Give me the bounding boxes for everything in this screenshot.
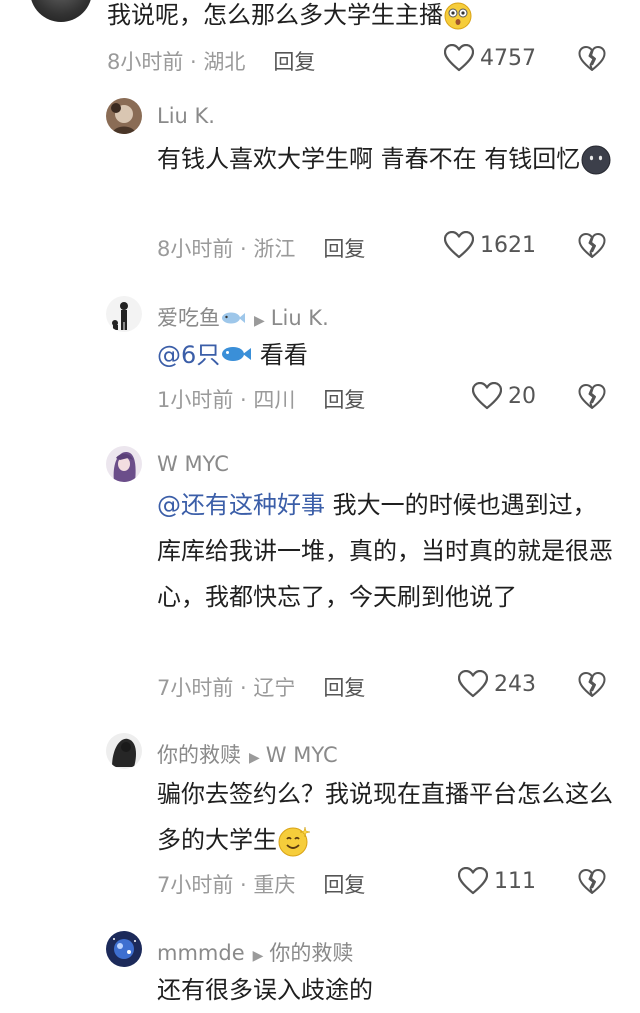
triangle-right-icon: ▶ bbox=[249, 750, 260, 766]
comment-meta: 1小时前 · 四川 回复 bbox=[157, 384, 365, 414]
broken-heart-icon bbox=[578, 671, 606, 699]
like-button[interactable]: 20 bbox=[472, 382, 536, 410]
reply-to-user[interactable]: 你的救赎 bbox=[269, 941, 353, 965]
reply-button[interactable]: 回复 bbox=[323, 237, 365, 261]
comment-body: 有钱人喜欢大学生啊 青春不在 有钱回忆 bbox=[157, 145, 581, 173]
username[interactable]: Liu K. bbox=[157, 104, 215, 128]
avatar[interactable] bbox=[106, 98, 142, 134]
like-count: 1621 bbox=[480, 232, 536, 258]
comment-text: 骗你去签约么？我说现在直播平台怎么这么多的大学生 bbox=[157, 771, 617, 863]
dislike-button[interactable] bbox=[578, 868, 606, 900]
avatar[interactable] bbox=[30, 0, 92, 22]
comment-meta: 8小时前 · 湖北 回复 bbox=[107, 46, 315, 76]
comment-time-location: 7小时前 · 重庆 bbox=[157, 873, 296, 897]
like-button[interactable]: 4757 bbox=[444, 44, 536, 72]
mention-link[interactable]: @6只 bbox=[157, 341, 220, 369]
reply-button[interactable]: 回复 bbox=[323, 873, 365, 897]
comment-time-location: 8小时前 · 浙江 bbox=[157, 237, 296, 261]
username-label[interactable]: 你的救赎 bbox=[157, 743, 241, 767]
like-count: 111 bbox=[494, 868, 536, 894]
comment-meta: 7小时前 · 辽宁 回复 bbox=[157, 672, 365, 702]
like-count: 4757 bbox=[480, 45, 536, 71]
heart-outline-icon bbox=[444, 231, 474, 259]
username[interactable]: W MYC bbox=[157, 452, 229, 476]
heart-outline-icon bbox=[458, 670, 488, 698]
comment-text: 还有很多误入歧途的 bbox=[157, 967, 617, 1013]
comment-text: @6只 看看 bbox=[157, 332, 617, 379]
comment-text: @还有这种好事 我大一的时候也遇到过，库库给我讲一堆，真的，当时真的就是很恶心，… bbox=[157, 482, 617, 620]
username: 你的救赎 ▶ W MYC bbox=[157, 739, 338, 769]
username-label[interactable]: 爱吃鱼 bbox=[157, 306, 220, 330]
triangle-right-icon: ▶ bbox=[252, 948, 264, 964]
reply-to-user[interactable]: W MYC bbox=[266, 743, 338, 767]
comment-time-location: 8小时前 · 湖北 bbox=[107, 50, 246, 74]
heart-outline-icon bbox=[444, 44, 474, 72]
reply-button[interactable]: 回复 bbox=[323, 676, 365, 700]
comment-body: 骗你去签约么？我说现在直播平台怎么这么多的大学生 bbox=[157, 780, 613, 854]
username: 爱吃鱼 ▶ Liu K. bbox=[157, 302, 329, 332]
heart-outline-icon bbox=[458, 867, 488, 895]
surprised-emoji-icon bbox=[443, 1, 473, 31]
like-button[interactable]: 111 bbox=[458, 867, 536, 895]
dislike-button[interactable] bbox=[578, 383, 606, 415]
like-button[interactable]: 1621 bbox=[444, 231, 536, 259]
dislike-button[interactable] bbox=[578, 232, 606, 264]
dark-face-emoji-icon bbox=[580, 144, 612, 176]
username: mmmde ▶ 你的救赎 bbox=[157, 937, 353, 967]
reply-to-user[interactable]: Liu K. bbox=[271, 306, 329, 330]
reply-button[interactable]: 回复 bbox=[323, 388, 365, 412]
heart-outline-icon bbox=[472, 382, 502, 410]
smile-sparkle-emoji-icon bbox=[277, 824, 311, 858]
comment-body: 还有很多误入歧途的 bbox=[157, 976, 373, 1004]
comment-text: 有钱人喜欢大学生啊 青春不在 有钱回忆 bbox=[157, 136, 617, 182]
comment-time-location: 7小时前 · 辽宁 bbox=[157, 676, 296, 700]
like-button[interactable]: 243 bbox=[458, 670, 536, 698]
comment-meta: 8小时前 · 浙江 回复 bbox=[157, 233, 365, 263]
fish-icon bbox=[220, 307, 246, 331]
comment-body: 看看 bbox=[259, 341, 308, 369]
fish-icon bbox=[220, 333, 252, 379]
comment-meta: 7小时前 · 重庆 回复 bbox=[157, 869, 365, 899]
dislike-button[interactable] bbox=[578, 671, 606, 703]
comment-body: 我说呢，怎么那么多大学生主播 bbox=[107, 1, 443, 29]
broken-heart-icon bbox=[578, 383, 606, 411]
avatar[interactable] bbox=[106, 733, 142, 769]
avatar[interactable] bbox=[106, 931, 142, 967]
comment-text: 我说呢，怎么那么多大学生主播 bbox=[107, 0, 627, 38]
broken-heart-icon bbox=[578, 868, 606, 896]
broken-heart-icon bbox=[578, 45, 606, 73]
mention-link[interactable]: @还有这种好事 bbox=[157, 491, 325, 519]
dislike-button[interactable] bbox=[578, 45, 606, 77]
like-count: 20 bbox=[508, 383, 536, 409]
broken-heart-icon bbox=[578, 232, 606, 260]
reply-button[interactable]: 回复 bbox=[273, 50, 315, 74]
avatar[interactable] bbox=[106, 296, 142, 332]
like-count: 243 bbox=[494, 671, 536, 697]
username-label[interactable]: mmmde bbox=[157, 941, 245, 965]
avatar[interactable] bbox=[106, 446, 142, 482]
triangle-right-icon: ▶ bbox=[254, 313, 265, 329]
comment-time-location: 1小时前 · 四川 bbox=[157, 388, 296, 412]
